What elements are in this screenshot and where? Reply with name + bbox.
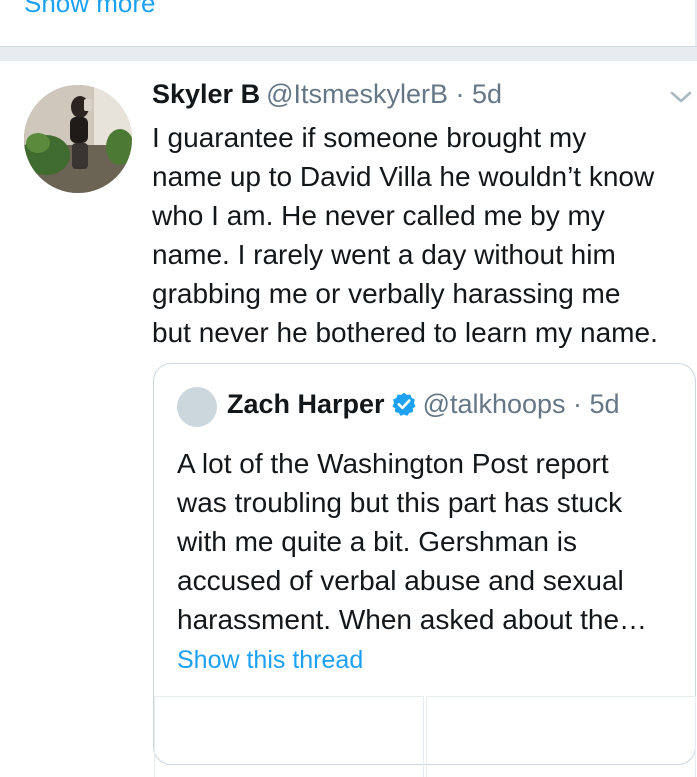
verified-badge-icon [391,392,416,416]
handle-and-time: @ItsmeskylerB · 5d [266,79,503,109]
show-more-link[interactable]: Show more [24,0,156,19]
quoted-tweet[interactable]: Zach Harper @talkhoops · 5d A lot of the… [153,363,696,777]
tweet[interactable]: Skyler B @ItsmeskylerB · 5d I guarantee i… [0,61,697,777]
quoted-tweet-header: Zach Harper @talkhoops · 5d [227,389,620,423]
tweet-text: I guarantee if someone brought my name u… [152,122,658,348]
show-this-thread-link[interactable]: Show this thread [177,646,363,675]
media-preview-right[interactable] [426,696,696,777]
tweet-header: Skyler B @ItsmeskylerB · 5d [152,79,502,113]
display-name[interactable]: Skyler B [152,79,260,109]
tweet-separator [0,46,697,61]
quoted-display-name: Zach Harper [227,389,385,419]
avatar[interactable] [24,85,132,193]
chevron-down-icon[interactable] [669,89,693,105]
quoted-avatar[interactable] [177,387,217,427]
previous-tweet: Show more [0,0,697,46]
avatar-photo [24,85,132,193]
quoted-handle-and-time: @talkhoops · 5d [422,389,620,419]
quoted-tweet-text: A lot of the Washington Post report was … [177,448,648,635]
media-preview-left[interactable] [154,696,424,777]
